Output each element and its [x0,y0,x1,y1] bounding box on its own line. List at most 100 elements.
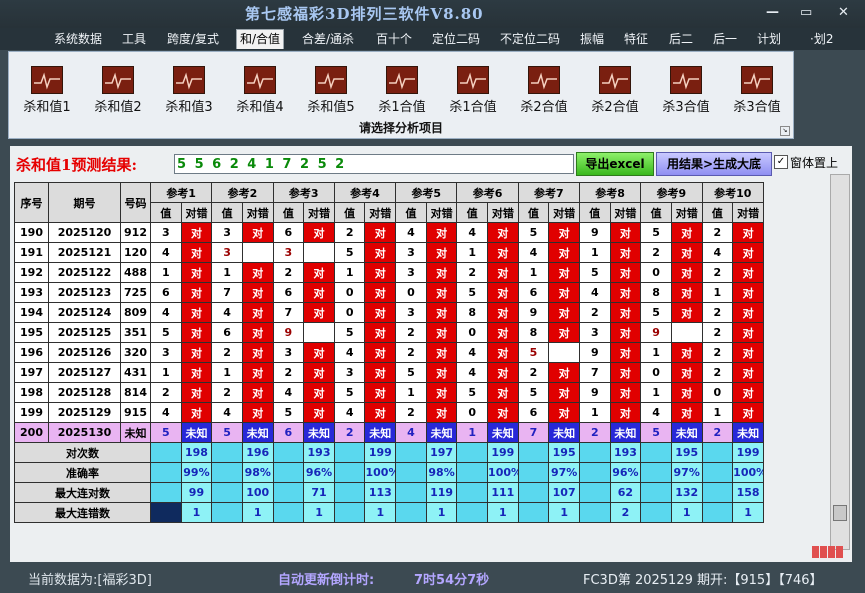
row-ref-result: 对 [487,302,519,323]
maximize-button[interactable]: ▭ [800,5,812,20]
generate-base-button[interactable]: 用结果>生成大底 [656,152,772,176]
row-ref-value: 1 [333,262,366,283]
stat-spacer [395,502,427,523]
stat-value: 1 [548,502,580,523]
row-ref-value: 3 [395,302,427,323]
row-number: 814 [120,382,151,403]
scrollbar-thumb[interactable] [833,505,847,521]
stat-value: 1 [180,502,213,523]
row-ref-value: 1 [456,242,489,263]
menu-item-digits[interactable]: 百十个 [376,30,412,49]
ribbon-button-4[interactable]: 杀和值4 [226,66,294,115]
stat-value: 1 [241,502,274,523]
ribbon-button-11[interactable]: 杀3合值 [723,66,791,115]
prediction-result-field[interactable]: 5 5 6 2 4 1 7 2 5 2 [174,154,574,174]
ribbon-expand-icon[interactable]: ↘ [780,126,790,136]
header-result: 对错 [670,202,703,223]
stay-on-top-checkbox[interactable]: ✓ [774,155,788,169]
vertical-scrollbar[interactable] [830,174,850,550]
row-ref-result: 对 [670,382,703,403]
menu-item-feature[interactable]: 特征 [624,30,648,49]
menu-item-sum[interactable]: 和/合值 [236,29,285,49]
row-ref-result: 对 [241,262,274,283]
row-ref-result: 对 [609,262,642,283]
row-ref-result: 对 [241,282,274,303]
row-ref-value: 4 [517,242,550,263]
row-ref-result: 对 [548,302,580,323]
row-ref-result: 对 [303,402,335,423]
row-ref-value: 1 [517,262,550,283]
row-seq: 192 [14,262,49,283]
menu-item-diff[interactable]: 合差/通杀 [302,30,354,49]
row-ref-result: 对 [670,262,703,283]
row-ref-value: 3 [395,242,427,263]
menu-item-tools[interactable]: 工具 [122,30,146,49]
row-number: 725 [120,282,151,303]
menu-item-system-data[interactable]: 系统数据 [54,30,102,49]
ribbon-button-3[interactable]: 杀和值3 [155,66,223,115]
ribbon-button-7[interactable]: 杀1合值 [439,66,507,115]
ribbon-button-6[interactable]: 杀1合值 [368,66,436,115]
row-ref-result: 对 [609,382,642,403]
row-period: 2025123 [48,282,121,303]
row-ref-value: 3 [272,242,305,263]
chart-icon [528,66,560,94]
row-ref-value: 2 [272,262,305,283]
menu-item-plan2[interactable]: ·划2 [810,30,833,49]
stat-value: 196 [241,442,274,463]
stat-value: 99% [180,462,213,483]
header-ref-1: 参考1 [149,182,213,203]
row-ref-value: 4 [578,282,611,303]
row-ref-value: 6 [517,402,550,423]
row-ref-value: 5 [640,222,672,243]
menu-item-span[interactable]: 跨度/复式 [167,30,219,49]
chart-icon [102,66,134,94]
ribbon-button-9[interactable]: 杀2合值 [581,66,649,115]
row-seq: 191 [14,242,49,263]
row-ref-result: 对 [303,262,335,283]
row-period: 2025128 [48,382,121,403]
row-ref-result: 对 [732,242,764,263]
menu-item-fixed-two[interactable]: 定位二码 [432,30,480,49]
export-excel-button[interactable]: 导出excel [576,152,654,176]
header-ref-5: 参考5 [395,182,458,203]
header-ref-7: 参考7 [517,182,580,203]
ribbon-button-1[interactable]: 杀和值1 [13,66,81,115]
row-ref-value: 6 [211,322,243,343]
stat-spacer [456,502,489,523]
ribbon-button-8[interactable]: 杀2合值 [510,66,578,115]
stat-spacer [640,442,672,463]
menu-item-unfixed-two[interactable]: 不定位二码 [500,30,560,49]
stat-value: 199 [487,442,519,463]
stat-value: 1 [425,502,458,523]
minimize-button[interactable]: — [766,5,779,20]
ribbon-button-2[interactable]: 杀和值2 [84,66,152,115]
row-ref-value: 1 [578,402,611,423]
menu-item-last-two[interactable]: 后二 [669,30,693,49]
menu-item-last-one[interactable]: 后一 [713,30,737,49]
row-ref-value: 4 [456,222,489,243]
stat-value: 193 [303,442,335,463]
row-ref-result: 对 [180,282,213,303]
menu-item-amplitude[interactable]: 振幅 [580,30,604,49]
close-button[interactable]: ✕ [838,5,849,20]
row-ref-value: 0 [333,282,366,303]
stat-spacer [272,482,305,503]
ribbon-button-label: 杀和值2 [94,100,142,115]
stat-value: 193 [609,442,642,463]
row-ref-value: 1 [395,382,427,403]
ribbon-button-10[interactable]: 杀3合值 [652,66,720,115]
ribbon-button-5[interactable]: 杀和值5 [297,66,365,115]
row-ref-value: 7 [272,302,305,323]
row-ref-value: 1 [150,362,182,383]
menu-item-plan[interactable]: 计划 [757,30,781,49]
row-ref-value: 4 [640,402,672,423]
stat-value: 62 [609,482,642,503]
stat-label: 对次数 [14,442,151,463]
row-ref-result: 对 [425,262,458,283]
row-ref-value: 4 [150,402,182,423]
stat-value: 2 [609,502,642,523]
row-ref-result: 对 [425,302,458,323]
row-ref-value: 1 [211,362,243,383]
header-value: 值 [333,202,366,223]
